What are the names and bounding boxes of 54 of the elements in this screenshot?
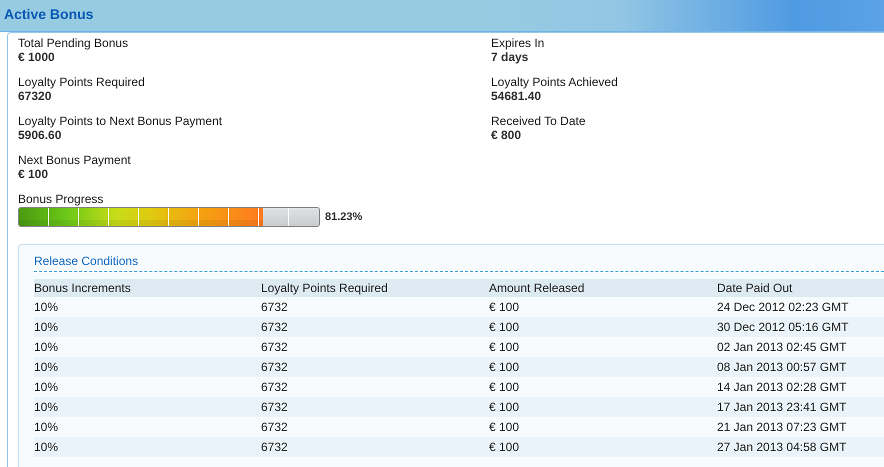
table-cell: 10% (34, 317, 261, 337)
table-cell: 10% (34, 437, 261, 457)
table-cell: 14 Jan 2013 02:28 GMT (717, 377, 884, 397)
table-cell: 6732 (261, 377, 489, 397)
table-cell: 6732 (261, 357, 489, 377)
table-cell: 10% (34, 377, 261, 397)
table-cell: 27 Jan 2013 04:58 GMT (717, 437, 884, 457)
field-value: 67320 (18, 89, 52, 103)
field-label: Loyalty Points Achieved (491, 75, 619, 89)
column-header: Loyalty Points Required (261, 279, 489, 297)
table-cell: 24 Dec 2012 02:23 GMT (717, 297, 884, 317)
table-cell: € 100 (489, 317, 717, 337)
field-value: 7 days (491, 50, 530, 64)
panel-title: Active Bonus (4, 6, 94, 22)
field-label: Expires In (491, 36, 546, 50)
table-cell: 6732 (261, 317, 489, 337)
column-header: Bonus Increments (34, 279, 261, 297)
table-cell: 17 Jan 2013 23:41 GMT (717, 397, 884, 417)
table-cell: 10% (34, 297, 261, 317)
table-cell: € 100 (489, 417, 717, 437)
field-value: € 1000 (18, 50, 56, 64)
field-label: Loyalty Points to Next Bonus Payment (18, 114, 224, 128)
progress-percentage: 81.23% (325, 211, 362, 223)
section-title: Release Conditions (34, 254, 884, 272)
table-cell: 10% (34, 417, 261, 437)
column-header: Date Paid Out (717, 279, 884, 297)
field-label: Received To Date (491, 114, 586, 128)
field-value: € 100 (18, 167, 50, 181)
table-cell: € 100 (489, 297, 717, 317)
table-cell: 08 Jan 2013 00:57 GMT (717, 357, 884, 377)
field-label: Next Bonus Payment (18, 153, 132, 167)
table-cell: 6732 (261, 437, 489, 457)
table-cell: 6732 (261, 297, 489, 317)
table-cell: € 100 (489, 357, 717, 377)
table-cell: 21 Jan 2013 07:23 GMT (717, 417, 884, 437)
field-value: 54681.40 (491, 89, 542, 103)
table-cell: € 100 (489, 377, 717, 397)
field-value: 5906.60 (18, 128, 62, 142)
field-value: € 800 (491, 128, 522, 142)
table-cell: 10% (34, 357, 261, 377)
field-label: Bonus Progress (18, 192, 104, 206)
table-cell: € 100 (489, 337, 717, 357)
field-label: Total Pending Bonus (18, 36, 130, 50)
table-cell: 6732 (261, 337, 489, 357)
table-cell: 6732 (261, 417, 489, 437)
table-cell: 02 Jan 2013 02:45 GMT (717, 337, 884, 357)
table-cell: 6732 (261, 397, 489, 417)
column-header: Amount Released (489, 279, 717, 297)
table-cell: 10% (34, 397, 261, 417)
table-cell: 30 Dec 2012 05:16 GMT (717, 317, 884, 337)
table-cell: € 100 (489, 397, 717, 417)
field-label: Loyalty Points Required (18, 75, 146, 89)
table-cell: 10% (34, 337, 261, 357)
table-cell: € 100 (489, 437, 717, 457)
